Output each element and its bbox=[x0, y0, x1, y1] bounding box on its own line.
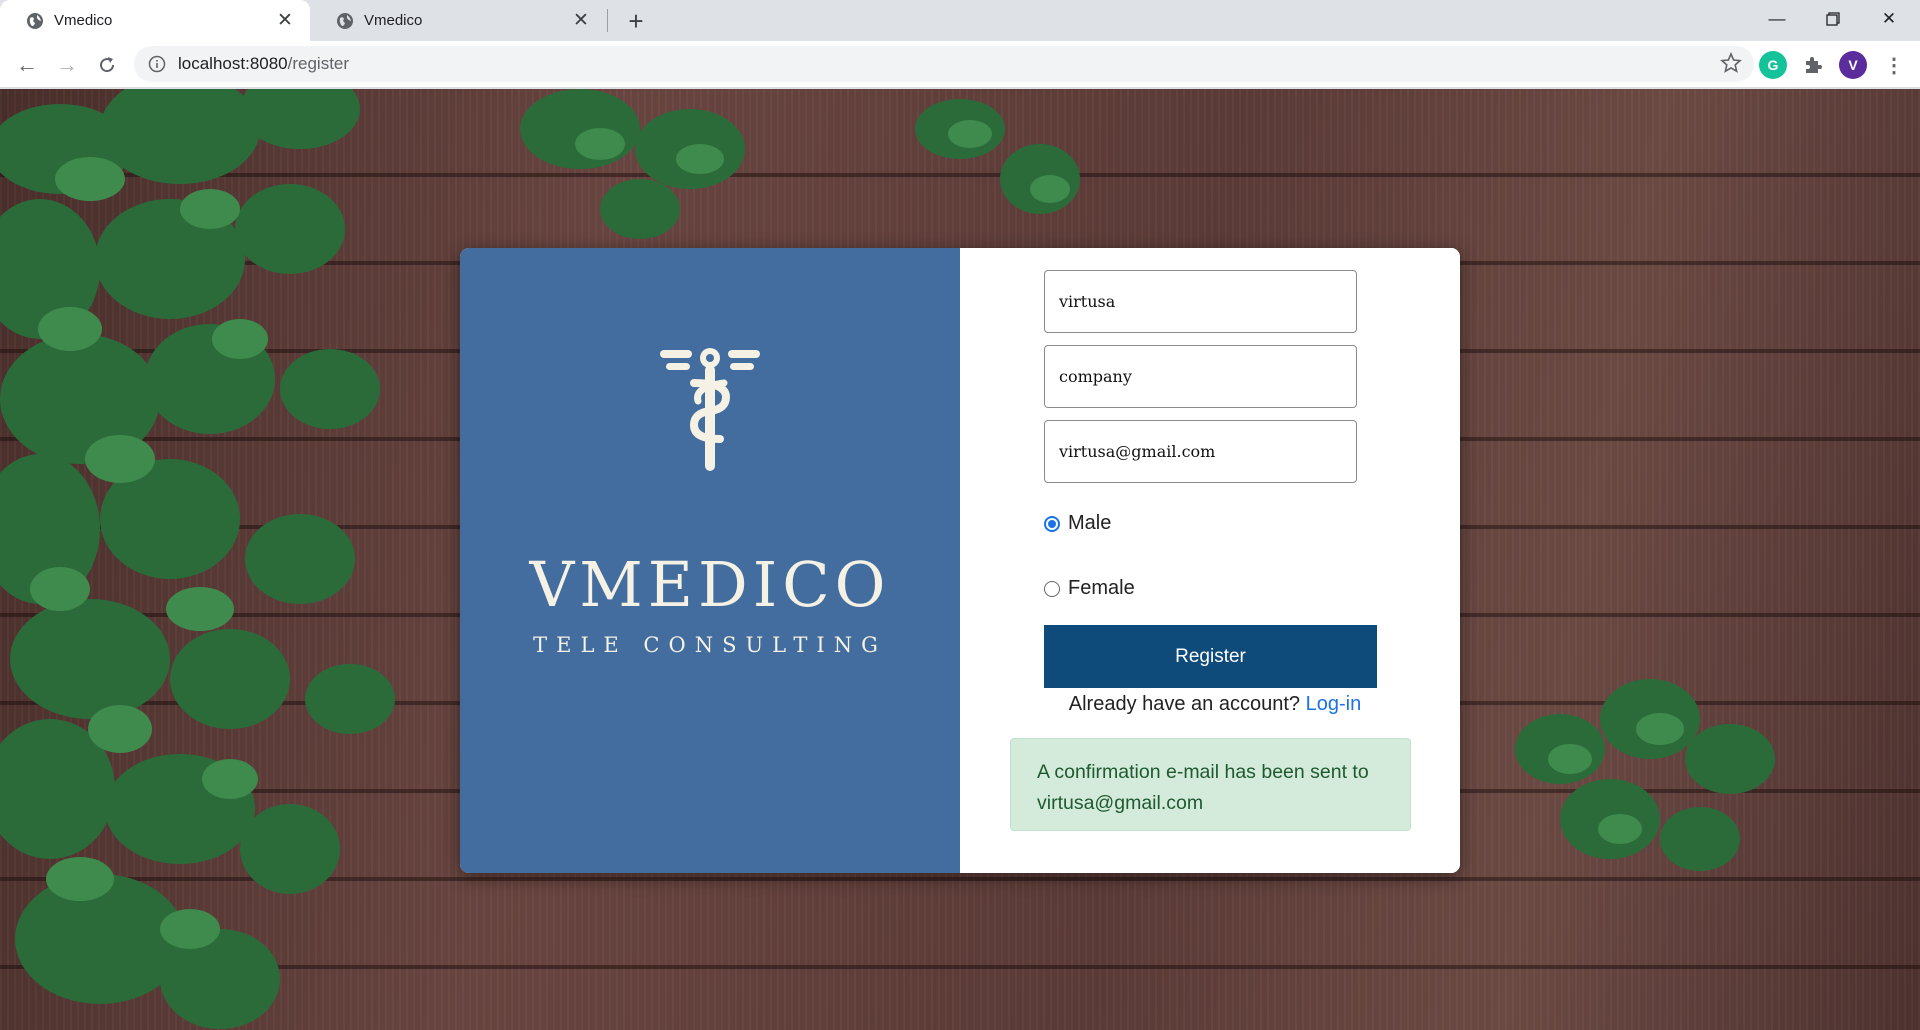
male-label: Male bbox=[1068, 512, 1112, 534]
register-button[interactable]: Register bbox=[1044, 625, 1377, 688]
tab-vmedico-active[interactable]: Vmedico ✕ bbox=[0, 0, 310, 41]
male-radio[interactable] bbox=[1044, 515, 1060, 532]
grammarly-initial: G bbox=[1767, 57, 1779, 73]
tab-close-icon[interactable]: ✕ bbox=[274, 10, 296, 32]
first-name-field[interactable] bbox=[1044, 270, 1357, 333]
restore-icon[interactable] bbox=[1806, 0, 1860, 38]
puzzle-glyph bbox=[1806, 57, 1822, 73]
brand-name: VMEDICO bbox=[529, 548, 891, 621]
bookmark-star-icon[interactable] bbox=[1720, 52, 1742, 74]
menu-kebab-icon[interactable]: ⋮ bbox=[1877, 48, 1911, 82]
ivy-foliage-left bbox=[0, 89, 395, 1029]
tab-strip: Vmedico ✕ Vmedico ✕ + — ✕ bbox=[0, 0, 1920, 41]
confirmation-alert: A confirmation e-mail has been sent to v… bbox=[1010, 738, 1411, 831]
tab-title: Vmedico bbox=[54, 12, 113, 29]
female-label: Female bbox=[1068, 577, 1135, 599]
grammarly-extension-icon[interactable]: G bbox=[1759, 51, 1787, 79]
profile-avatar[interactable]: V bbox=[1839, 51, 1867, 79]
register-form: Male Female Register Already have an acc… bbox=[960, 248, 1460, 873]
ivy-foliage-right bbox=[1515, 679, 1775, 871]
url-host: localhost:8080 bbox=[178, 54, 288, 73]
brand-panel: VMEDICO TELE CONSULTING bbox=[460, 248, 960, 873]
tab-close-icon[interactable]: ✕ bbox=[570, 10, 592, 32]
login-prompt-text: Already have an account? bbox=[1068, 693, 1301, 715]
site-info-icon[interactable] bbox=[148, 55, 166, 73]
caduceus-logo-icon bbox=[660, 348, 760, 471]
close-window-icon[interactable]: ✕ bbox=[1862, 0, 1916, 38]
url-text[interactable]: localhost:8080/register bbox=[178, 54, 349, 74]
tab-vmedico[interactable]: Vmedico ✕ bbox=[310, 0, 606, 41]
restore-glyph bbox=[1826, 12, 1840, 26]
forward-arrow-icon[interactable]: → bbox=[50, 48, 84, 82]
reload-icon[interactable] bbox=[90, 48, 124, 82]
tab-title: Vmedico bbox=[364, 12, 423, 29]
gender-option-female[interactable]: Female bbox=[1044, 577, 1135, 600]
browser-toolbar: ← → localhost:8080/register G V ⋮ bbox=[0, 41, 1920, 88]
extensions-puzzle-icon[interactable] bbox=[1799, 51, 1827, 79]
confirmation-message: A confirmation e-mail has been sent to bbox=[1037, 761, 1369, 783]
page-background: VMEDICO TELE CONSULTING Male Female Regi… bbox=[0, 89, 1920, 1030]
last-name-field[interactable] bbox=[1044, 345, 1357, 408]
login-prompt: Already have an account? Log-in bbox=[960, 693, 1460, 716]
back-arrow-icon[interactable]: ← bbox=[10, 48, 44, 82]
female-radio[interactable] bbox=[1044, 580, 1060, 597]
globe-icon bbox=[337, 12, 353, 29]
globe-icon bbox=[27, 12, 43, 29]
login-link[interactable]: Log-in bbox=[1306, 693, 1362, 715]
gender-option-male[interactable]: Male bbox=[1044, 512, 1111, 535]
new-tab-plus-icon[interactable]: + bbox=[620, 6, 652, 36]
confirmation-email: virtusa@gmail.com bbox=[1037, 792, 1204, 814]
register-card: VMEDICO TELE CONSULTING Male Female Regi… bbox=[460, 248, 1460, 873]
reload-glyph bbox=[100, 57, 115, 73]
address-bar[interactable]: localhost:8080/register bbox=[134, 46, 1754, 82]
profile-initial: V bbox=[1848, 57, 1858, 73]
minimize-icon[interactable]: — bbox=[1750, 0, 1804, 38]
email-field[interactable] bbox=[1044, 420, 1357, 483]
brand-tagline: TELE CONSULTING bbox=[533, 633, 887, 657]
url-path: /register bbox=[287, 54, 350, 73]
tab-divider bbox=[607, 9, 608, 32]
